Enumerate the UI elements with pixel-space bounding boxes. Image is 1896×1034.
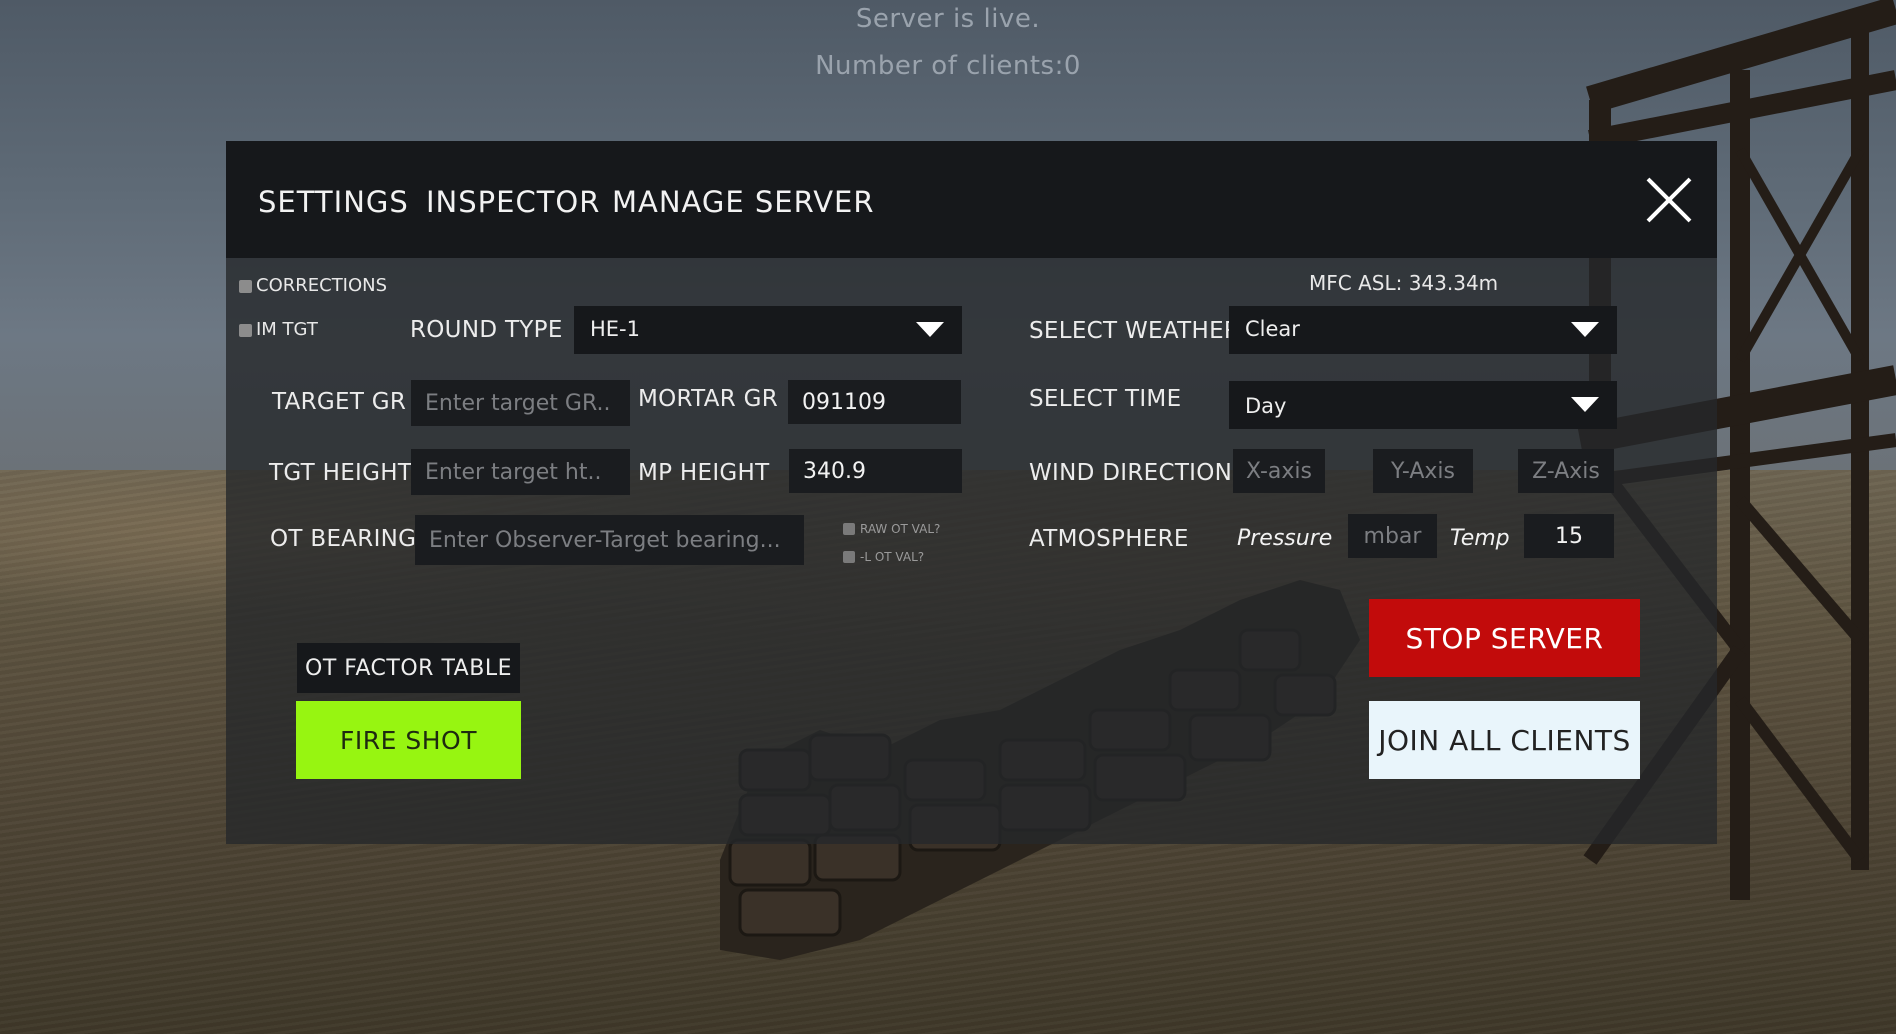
tab-settings[interactable]: SETTINGS: [258, 185, 409, 219]
corrections-checkbox[interactable]: [239, 280, 252, 293]
mp-height-field[interactable]: [789, 449, 962, 493]
raw-ot-val-checkbox[interactable]: [843, 523, 855, 535]
target-gr-field[interactable]: [411, 380, 630, 426]
wind-z-input[interactable]: [1518, 449, 1614, 493]
round-type-dropdown[interactable]: HE-1: [574, 306, 962, 354]
mortar-gr-label: MORTAR GR: [638, 386, 779, 412]
ot-bearing-label: OT BEARING: [270, 526, 417, 552]
close-icon: [1646, 177, 1692, 223]
weather-value: Clear: [1245, 317, 1300, 341]
im-tgt-label: IM TGT: [256, 319, 318, 340]
target-gr-label: TARGET GR: [272, 389, 407, 415]
mortar-gr-input[interactable]: [788, 380, 961, 424]
temp-field[interactable]: [1524, 514, 1614, 558]
join-all-clients-button[interactable]: JOIN ALL CLIENTS: [1369, 701, 1640, 779]
server-status-text: Server is live.: [855, 4, 1041, 34]
chevron-down-icon: [916, 322, 944, 337]
ot-factor-table-button[interactable]: OT FACTOR TABLE: [297, 643, 520, 693]
ot-bearing-field[interactable]: [415, 515, 804, 565]
time-value: Day: [1245, 394, 1287, 418]
round-type-value: HE-1: [590, 317, 640, 341]
corrections-label: CORRECTIONS: [256, 275, 388, 296]
l-ot-val-label: -L OT VAL?: [860, 550, 925, 564]
mp-height-input[interactable]: [789, 449, 962, 493]
weather-dropdown[interactable]: Clear: [1229, 306, 1617, 354]
target-gr-input[interactable]: [411, 380, 630, 426]
tgt-height-input[interactable]: [411, 449, 630, 495]
stop-server-button[interactable]: STOP SERVER: [1369, 599, 1640, 677]
raw-ot-val-label: RAW OT VAL?: [860, 522, 941, 536]
pressure-field[interactable]: [1348, 514, 1437, 558]
wind-y-field[interactable]: [1373, 449, 1473, 493]
pressure-input[interactable]: [1348, 514, 1437, 558]
time-dropdown[interactable]: Day: [1229, 381, 1617, 429]
mp-height-label: MP HEIGHT: [638, 460, 770, 486]
temp-input[interactable]: [1524, 514, 1614, 558]
pressure-label: Pressure: [1237, 526, 1333, 551]
mortar-gr-field[interactable]: [788, 380, 961, 424]
round-type-label: ROUND TYPE: [410, 317, 563, 343]
temp-label: Temp: [1450, 526, 1510, 551]
select-time-label: SELECT TIME: [1029, 386, 1182, 412]
l-ot-val-checkbox[interactable]: [843, 551, 855, 563]
ot-bearing-input[interactable]: [415, 515, 804, 565]
panel-header: SETTINGS INSPECTOR MANAGE SERVER: [226, 141, 1717, 258]
wind-x-field[interactable]: [1233, 449, 1325, 493]
tgt-height-field[interactable]: [411, 449, 630, 495]
select-weather-label: SELECT WEATHER: [1029, 318, 1241, 344]
wind-direction-label: WIND DIRECTION: [1029, 460, 1233, 486]
mfc-asl-readout: MFC ASL: 343.34m: [1309, 271, 1499, 295]
im-tgt-checkbox[interactable]: [239, 324, 252, 337]
wind-z-field[interactable]: [1518, 449, 1614, 493]
chevron-down-icon: [1571, 322, 1599, 337]
close-button[interactable]: [1644, 175, 1694, 225]
chevron-down-icon: [1571, 397, 1599, 412]
wind-y-input[interactable]: [1373, 449, 1473, 493]
client-count-text: Number of clients:0: [815, 51, 1081, 81]
tab-manage-server[interactable]: MANAGE SERVER: [612, 185, 875, 219]
wind-x-input[interactable]: [1233, 449, 1325, 493]
tgt-height-label: TGT HEIGHT: [269, 460, 413, 486]
atmosphere-label: ATMOSPHERE: [1029, 526, 1189, 552]
tab-inspector[interactable]: INSPECTOR: [426, 185, 600, 219]
fire-shot-button[interactable]: FIRE SHOT: [296, 701, 521, 779]
